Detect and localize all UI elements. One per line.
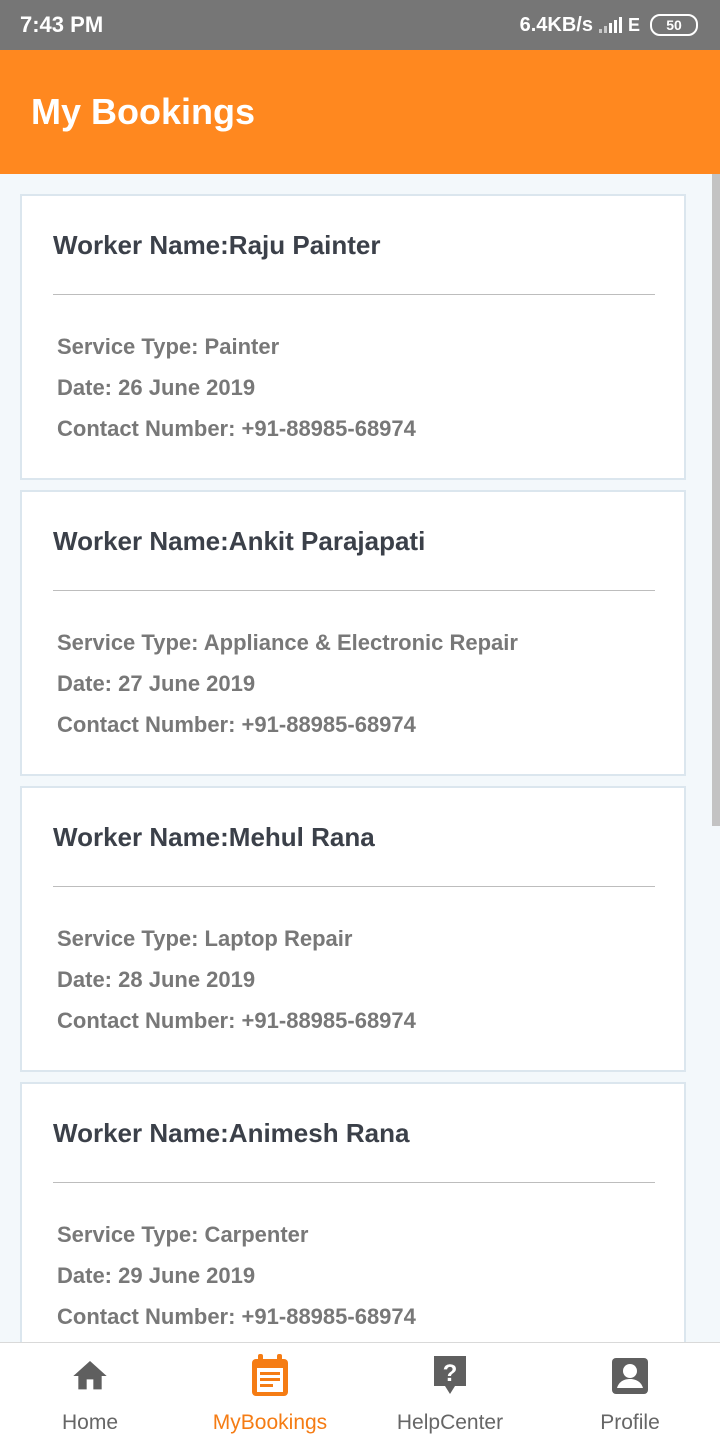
app-bar: My Bookings bbox=[0, 50, 720, 174]
battery-level: 50 bbox=[666, 17, 682, 33]
nav-label: HelpCenter bbox=[396, 1411, 504, 1434]
service-type: Service Type: Carpenter bbox=[57, 1222, 309, 1247]
card-divider bbox=[53, 294, 655, 295]
service-type: Service Type: Appliance & Electronic Rep… bbox=[57, 630, 518, 655]
worker-name: Worker Name:Animesh Rana bbox=[53, 1118, 410, 1148]
nav-label: MyBookings bbox=[212, 1411, 328, 1434]
booking-date: Date: 26 June 2019 bbox=[57, 375, 256, 400]
booking-date: Date: 27 June 2019 bbox=[57, 671, 256, 696]
nav-home[interactable]: Home bbox=[0, 1343, 180, 1440]
network-speed: 6.4KB/s bbox=[519, 13, 593, 36]
bookings-list[interactable]: Worker Name:Raju Painter Service Type: P… bbox=[0, 174, 720, 1342]
nav-helpcenter[interactable]: ? HelpCenter bbox=[360, 1343, 540, 1440]
worker-name: Worker Name:Mehul Rana bbox=[53, 822, 375, 852]
home-icon bbox=[69, 1353, 111, 1399]
status-bar: 7:43 PM 6.4KB/s E 50 bbox=[0, 0, 720, 50]
nav-label: Home bbox=[61, 1411, 119, 1434]
booking-card[interactable]: Worker Name:Animesh Rana Service Type: C… bbox=[20, 1082, 686, 1342]
status-time: 7:43 PM bbox=[20, 12, 104, 37]
worker-name: Worker Name:Ankit Parajapati bbox=[53, 526, 426, 556]
scrollbar[interactable] bbox=[712, 174, 720, 826]
service-type: Service Type: Laptop Repair bbox=[57, 926, 353, 951]
contact-number: Contact Number: +91-88985-68974 bbox=[57, 712, 416, 737]
help-icon: ? bbox=[431, 1353, 469, 1399]
card-divider bbox=[53, 1182, 655, 1183]
booking-card[interactable]: Worker Name:Ankit Parajapati Service Typ… bbox=[20, 490, 686, 776]
calendar-icon bbox=[249, 1353, 291, 1399]
booking-date: Date: 28 June 2019 bbox=[57, 967, 256, 992]
network-type: E bbox=[627, 14, 640, 35]
nav-mybookings[interactable]: MyBookings bbox=[180, 1343, 360, 1440]
service-type: Service Type: Painter bbox=[57, 334, 280, 359]
nav-profile[interactable]: Profile bbox=[540, 1343, 720, 1440]
contact-number: Contact Number: +91-88985-68974 bbox=[57, 416, 416, 441]
battery-icon: 50 bbox=[650, 14, 698, 36]
nav-label: Profile bbox=[600, 1411, 660, 1434]
svg-text:?: ? bbox=[443, 1360, 458, 1387]
page-title: My Bookings bbox=[31, 91, 256, 132]
signal-icon bbox=[598, 17, 622, 33]
booking-date: Date: 29 June 2019 bbox=[57, 1263, 256, 1288]
bottom-nav: Home MyBookings ? HelpCenter Profile bbox=[0, 1342, 720, 1440]
card-divider bbox=[53, 886, 655, 887]
profile-icon bbox=[611, 1353, 649, 1399]
booking-card[interactable]: Worker Name:Raju Painter Service Type: P… bbox=[20, 194, 686, 480]
card-divider bbox=[53, 590, 655, 591]
contact-number: Contact Number: +91-88985-68974 bbox=[57, 1008, 416, 1033]
worker-name: Worker Name:Raju Painter bbox=[53, 230, 381, 260]
contact-number: Contact Number: +91-88985-68974 bbox=[57, 1304, 416, 1329]
booking-card[interactable]: Worker Name:Mehul Rana Service Type: Lap… bbox=[20, 786, 686, 1072]
status-indicators: 6.4KB/s E 50 bbox=[520, 14, 698, 37]
